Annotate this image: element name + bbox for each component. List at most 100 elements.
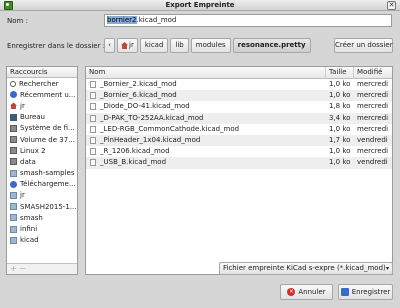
breadcrumb-lib[interactable]: lib bbox=[170, 38, 189, 53]
file-size: 1,0 ko bbox=[329, 124, 351, 133]
folder-icon bbox=[10, 203, 17, 211]
home-icon bbox=[121, 42, 128, 49]
place-item-data[interactable]: data bbox=[7, 156, 77, 167]
place-item-infini[interactable]: infini bbox=[7, 223, 77, 234]
file-modified: mercredi bbox=[357, 147, 389, 156]
recent-icon bbox=[10, 91, 17, 99]
name-label: Nom : bbox=[7, 17, 28, 25]
search-icon bbox=[10, 80, 16, 87]
filename-input[interactable]: bornier2.kicad_mod bbox=[104, 14, 392, 27]
breadcrumb-home-button[interactable]: jr bbox=[117, 38, 138, 53]
file-icon bbox=[90, 125, 96, 133]
filename-extension: .kicad_mod bbox=[136, 16, 177, 24]
file-size: 1,0 ko bbox=[329, 91, 351, 100]
place-item-smash2015[interactable]: SMASH2015-1... bbox=[7, 201, 77, 212]
place-label: data bbox=[20, 157, 36, 166]
place-item-downloads[interactable]: Téléchargeme... bbox=[7, 179, 77, 190]
file-list[interactable]: Nom Taille Modifié _Bornier_2.kicad_mod 1… bbox=[85, 66, 393, 275]
place-label: kicad bbox=[20, 236, 39, 245]
cancel-button[interactable]: × Annuler bbox=[280, 284, 333, 300]
place-label: smash bbox=[20, 213, 43, 222]
folder-icon bbox=[10, 225, 17, 233]
file-icon bbox=[90, 159, 96, 167]
save-icon bbox=[340, 288, 349, 296]
close-icon[interactable]: ✕ bbox=[387, 1, 396, 10]
place-label: Volume de 37... bbox=[20, 135, 75, 144]
file-modified: mercredi bbox=[357, 102, 389, 111]
place-label: jr bbox=[20, 101, 25, 110]
file-size: 1,7 ko bbox=[329, 135, 351, 144]
file-name: _Bornier_6.kicad_mod bbox=[100, 91, 177, 100]
title-bar[interactable]: Export Empreinte ✕ bbox=[0, 0, 400, 11]
create-folder-button[interactable]: Créer un dossier bbox=[334, 38, 393, 53]
file-size: 1,8 ko bbox=[329, 102, 351, 111]
place-item-smash-samples[interactable]: smash-samples bbox=[7, 168, 77, 179]
file-type-filter[interactable]: Fichier empreinte KiCad s-expre (*.kicad… bbox=[219, 262, 393, 275]
window-title: Export Empreinte bbox=[165, 1, 235, 9]
file-name: _LED-RGB_CommonCathode.kicad_mod bbox=[100, 124, 240, 133]
column-header-size[interactable]: Taille bbox=[326, 67, 354, 79]
chevron-down-icon: ▾ bbox=[385, 265, 389, 272]
file-rows: _Bornier_2.kicad_mod 1,0 ko mercredi _Borni… bbox=[86, 79, 392, 169]
file-name: _PinHeader_1x04.kicad_mod bbox=[100, 135, 201, 144]
file-row[interactable]: _Diode_DO-41.kicad_mod 1,8 ko mercredi bbox=[86, 101, 392, 112]
breadcrumb-modules[interactable]: modules bbox=[190, 38, 231, 53]
column-header-modified[interactable]: Modifié bbox=[354, 67, 392, 79]
place-label: Système de fi... bbox=[20, 124, 75, 133]
place-label: Téléchargeme... bbox=[20, 180, 76, 189]
file-row[interactable]: _Bornier_2.kicad_mod 1,0 ko mercredi bbox=[86, 79, 392, 90]
file-size: 3,4 ko bbox=[329, 113, 351, 122]
cancel-label: Annuler bbox=[298, 288, 326, 296]
place-label: smash-samples bbox=[20, 169, 75, 178]
file-name: _Bornier_2.kicad_mod bbox=[100, 80, 177, 88]
place-item-kicad[interactable]: kicad bbox=[7, 235, 77, 246]
file-row[interactable]: _USB_B.kicad_mod 1,0 ko vendredi bbox=[86, 157, 392, 169]
folder-icon bbox=[10, 191, 17, 199]
cancel-icon: × bbox=[287, 288, 296, 296]
file-list-header: Nom Taille Modifié bbox=[86, 67, 392, 79]
file-row[interactable]: _PinHeader_1x04.kicad_mod 1,7 ko vendredi bbox=[86, 134, 392, 147]
places-header[interactable]: Raccourcis bbox=[7, 67, 77, 78]
file-modified: mercredi bbox=[357, 91, 389, 100]
drive-icon bbox=[10, 124, 17, 132]
place-item-recent[interactable]: Récemment u... bbox=[7, 89, 77, 100]
file-row[interactable]: _Bornier_6.kicad_mod 1,0 ko mercredi bbox=[86, 90, 392, 102]
place-item-desktop[interactable]: Bureau bbox=[7, 112, 77, 123]
breadcrumb-current-folder[interactable]: resonance.pretty bbox=[232, 38, 311, 53]
file-row[interactable]: _LED-RGB_CommonCathode.kicad_mod 1,0 ko me… bbox=[86, 124, 392, 135]
place-label: Récemment u... bbox=[20, 90, 76, 99]
place-item-linux2[interactable]: Linux 2 bbox=[7, 145, 77, 156]
save-button[interactable]: Enregistrer bbox=[338, 284, 393, 300]
file-modified: mercredi bbox=[357, 80, 389, 88]
file-name: _USB_B.kicad_mod bbox=[100, 158, 167, 167]
breadcrumb-kicad[interactable]: kicad bbox=[139, 38, 169, 53]
folder-icon bbox=[10, 169, 17, 177]
download-icon bbox=[10, 180, 17, 188]
file-row[interactable]: _D-PAK_TO-252AA.kicad_mod 3,4 ko mercredi bbox=[86, 112, 392, 124]
folder-icon bbox=[10, 236, 17, 244]
filename-selection: bornier2 bbox=[107, 16, 137, 24]
file-row[interactable]: _R_1206.kicad_mod 1,0 ko mercredi bbox=[86, 146, 392, 157]
places-add-remove-bar[interactable]: + − bbox=[7, 263, 77, 274]
place-item-search[interactable]: Rechercher bbox=[7, 78, 77, 89]
place-label: Linux 2 bbox=[20, 146, 46, 155]
place-item-filesystem[interactable]: Système de fi... bbox=[7, 123, 77, 134]
place-item-home[interactable]: jr bbox=[7, 100, 77, 111]
drive-icon bbox=[10, 136, 17, 144]
folder-icon bbox=[10, 214, 17, 222]
place-item-smash[interactable]: smash bbox=[7, 212, 77, 223]
file-icon bbox=[90, 148, 96, 156]
drive-icon bbox=[10, 158, 17, 166]
file-size: 1,0 ko bbox=[329, 147, 351, 156]
file-name: _R_1206.kicad_mod bbox=[100, 147, 170, 156]
place-item-volume[interactable]: Volume de 37... bbox=[7, 134, 77, 145]
file-size: 1,0 ko bbox=[329, 158, 351, 167]
file-icon bbox=[90, 114, 96, 122]
file-modified: vendredi bbox=[357, 158, 388, 167]
breadcrumb-back-button[interactable]: ‹ bbox=[104, 38, 115, 53]
column-header-name[interactable]: Nom bbox=[86, 67, 326, 79]
file-modified: mercredi bbox=[357, 113, 389, 122]
place-label: SMASH2015-1... bbox=[20, 202, 77, 211]
place-item-jr[interactable]: jr bbox=[7, 190, 77, 201]
file-modified: mercredi bbox=[357, 124, 389, 133]
